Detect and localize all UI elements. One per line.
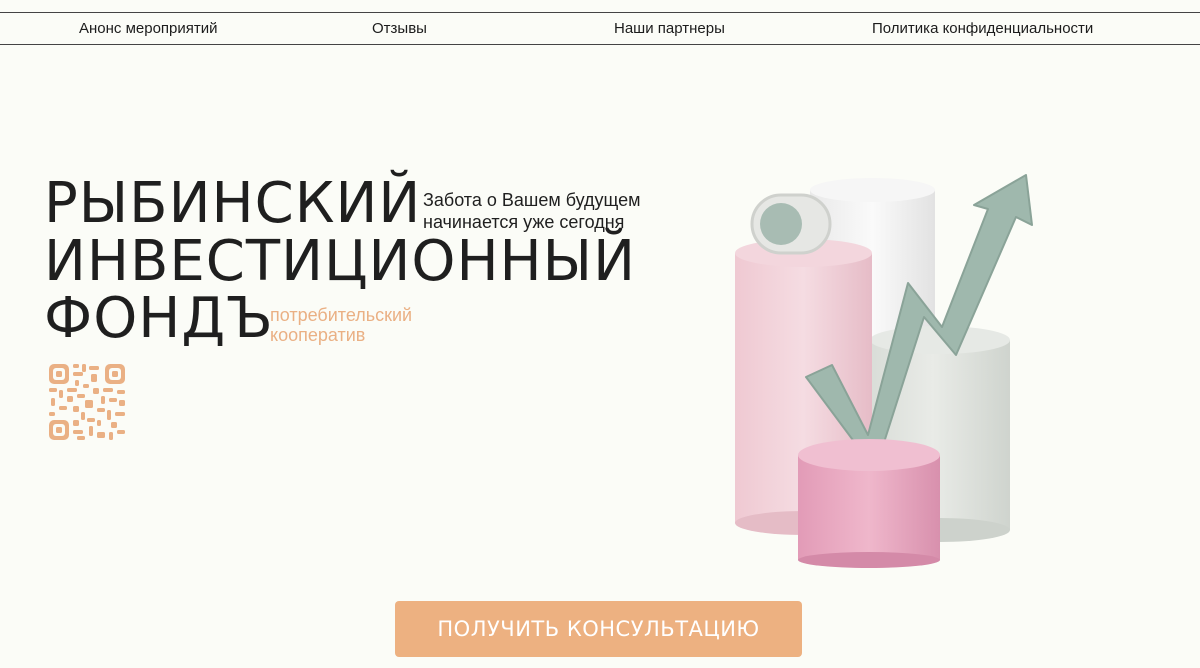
get-consultation-button[interactable]: ПОЛУЧИТЬ КОНСУЛЬТАЦИЮ — [395, 601, 802, 657]
hero-tagline: Забота о Вашем будущем начинается уже се… — [423, 189, 641, 233]
nav-link-reviews[interactable]: Отзывы — [372, 13, 427, 44]
top-navigation: Анонс мероприятий Отзывы Наши партнеры П… — [0, 12, 1200, 45]
qr-code-icon — [49, 364, 125, 440]
hero-title-line-1: РЫБИНСКИЙ — [44, 171, 422, 236]
nav-link-events-announcement[interactable]: Анонс мероприятий — [79, 13, 218, 44]
hero-subtitle: потребительский кооператив — [270, 305, 412, 345]
nav-link-privacy-policy[interactable]: Политика конфиденциальности — [872, 13, 1093, 44]
tagline-line-2: начинается уже сегодня — [423, 212, 625, 232]
subtitle-line-1: потребительский — [270, 305, 413, 325]
hero-title-line-3: ФОНДЪ — [44, 286, 274, 351]
tagline-line-1: Забота о Вашем будущем — [423, 190, 641, 210]
subtitle-line-2: кооператив — [270, 325, 366, 345]
hero-title-line-2: ИНВЕСТИЦИОННЫЙ — [44, 229, 636, 294]
growth-chart-cylinders-illustration — [735, 174, 1033, 568]
nav-link-partners[interactable]: Наши партнеры — [614, 13, 725, 44]
